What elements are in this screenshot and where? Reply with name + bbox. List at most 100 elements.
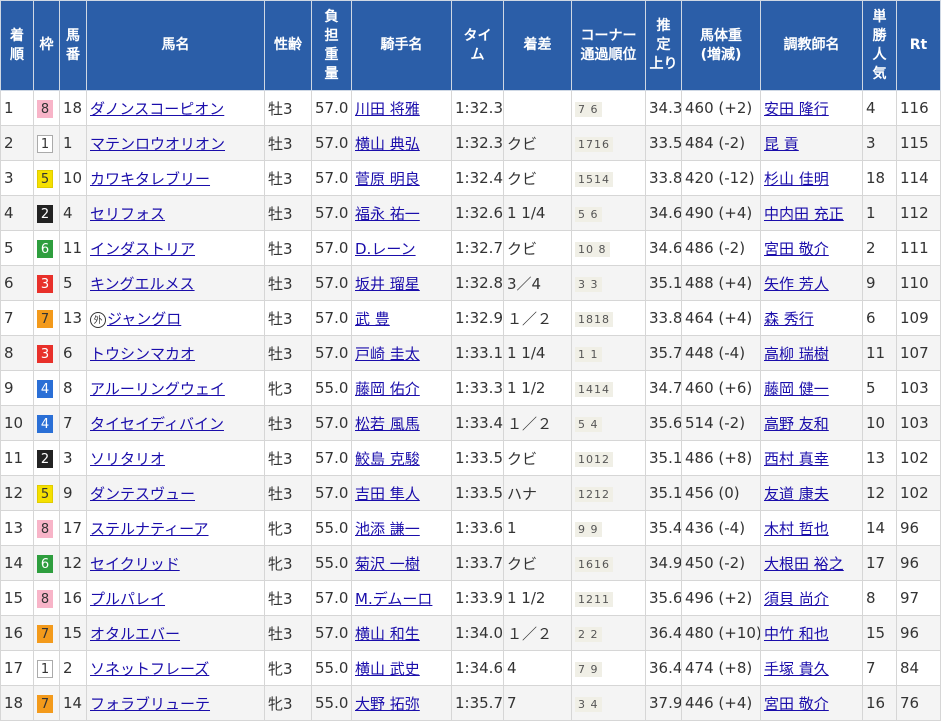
- trainer-cell: 大根田 裕之: [760, 545, 863, 581]
- margin: 4: [503, 650, 572, 686]
- horse-number: 16: [59, 580, 87, 616]
- horse-name-link[interactable]: ダノンスコーピオン: [90, 100, 224, 118]
- popularity: 11: [862, 335, 897, 371]
- rating: 96: [896, 545, 941, 581]
- trainer-link[interactable]: 安田 隆行: [764, 100, 829, 118]
- jockey-link[interactable]: 藤岡 佑介: [355, 380, 420, 398]
- trainer-link[interactable]: 宮田 敬介: [764, 240, 829, 258]
- horse-name-link[interactable]: アルーリングウェイ: [90, 380, 225, 398]
- popularity: 1: [862, 195, 897, 231]
- sex-age: 牡3: [264, 195, 312, 231]
- horse-name-link[interactable]: カワキタレブリー: [90, 170, 210, 188]
- horse-name-link[interactable]: トウシンマカオ: [90, 345, 195, 363]
- jockey-link[interactable]: 池添 謙一: [355, 520, 420, 538]
- sex-age: 牡3: [264, 265, 312, 301]
- jockey-link[interactable]: 菊沢 一樹: [355, 555, 420, 573]
- trainer-link[interactable]: 昆 貢: [764, 135, 799, 153]
- jockey-link[interactable]: 戸崎 圭太: [355, 345, 420, 363]
- horse-name-link[interactable]: フォラブリューテ: [90, 695, 210, 713]
- finish-rank: 15: [0, 580, 34, 616]
- jockey-link[interactable]: D.レーン: [355, 240, 416, 258]
- waku-cell: 3: [33, 335, 60, 371]
- horse-name-link[interactable]: ソリタリオ: [90, 450, 165, 468]
- jockey-link[interactable]: 武 豊: [355, 310, 390, 328]
- trainer-link[interactable]: 藤岡 健一: [764, 380, 829, 398]
- horse-name-link[interactable]: キングエルメス: [90, 275, 195, 293]
- jockey-link[interactable]: 松若 風馬: [355, 415, 420, 433]
- horse-name-link[interactable]: インダストリア: [90, 240, 195, 258]
- finish-time: 1:33.9: [451, 580, 504, 616]
- trainer-link[interactable]: 杉山 佳明: [764, 170, 829, 188]
- jockey-link[interactable]: 横山 和生: [355, 625, 420, 643]
- table-row: 18 7 14 フォラブリューテ 牝3 55.0 大野 拓弥 1:35.7 7 …: [0, 685, 941, 721]
- horse-name-link[interactable]: プルパレイ: [90, 590, 165, 608]
- rating: 111: [896, 230, 941, 266]
- body-weight: 496 (+2): [681, 580, 761, 616]
- finish-rank: 9: [0, 370, 34, 406]
- jockey-link[interactable]: 鮫島 克駿: [355, 450, 420, 468]
- trainer-link[interactable]: 森 秀行: [764, 310, 814, 328]
- jockey-link[interactable]: 吉田 隼人: [355, 485, 420, 503]
- header-rank: 着順: [0, 0, 34, 91]
- finish-time: 1:32.3: [451, 125, 504, 161]
- horse-number: 18: [59, 90, 87, 126]
- trainer-link[interactable]: 木村 哲也: [764, 520, 829, 538]
- jockey-link[interactable]: 菅原 明良: [355, 170, 420, 188]
- horse-name-link[interactable]: ステルナティーア: [90, 520, 209, 538]
- last-3f: 34.6: [645, 230, 682, 266]
- trainer-link[interactable]: 矢作 芳人: [764, 275, 829, 293]
- horse-name-link[interactable]: ダンテスヴュー: [90, 485, 195, 503]
- jockey-link[interactable]: 坂井 瑠星: [355, 275, 420, 293]
- trainer-link[interactable]: 手塚 貴久: [764, 660, 829, 678]
- horse-name-cell: プルパレイ: [86, 580, 265, 616]
- horse-name-link[interactable]: セイクリッド: [90, 555, 180, 573]
- horse-name-link[interactable]: ソネットフレーズ: [90, 660, 209, 678]
- finish-time: 1:33.3: [451, 370, 504, 406]
- horse-number: 10: [59, 160, 87, 196]
- waku-cell: 7: [33, 685, 60, 721]
- carried-weight: 55.0: [311, 510, 352, 546]
- corner-cell: 1818: [571, 300, 646, 336]
- horse-name-cell: インダストリア: [86, 230, 265, 266]
- jockey-link[interactable]: M.デムーロ: [355, 590, 432, 608]
- waku-box: 2: [37, 204, 53, 223]
- table-row: 8 3 6 トウシンマカオ 牡3 57.0 戸崎 圭太 1:33.1 1 1/4…: [0, 335, 941, 371]
- horse-name-cell: アルーリングウェイ: [86, 370, 265, 406]
- horse-number: 5: [59, 265, 87, 301]
- trainer-link[interactable]: 須貝 尚介: [764, 590, 829, 608]
- finish-rank: 10: [0, 405, 34, 441]
- horse-name-link[interactable]: オタルエバー: [90, 625, 180, 643]
- table-row: 1 8 18 ダノンスコーピオン 牡3 57.0 川田 将雅 1:32.3 7 …: [0, 90, 941, 126]
- horse-name-link[interactable]: マテンロウオリオン: [90, 135, 225, 153]
- trainer-link[interactable]: 友道 康夫: [764, 485, 829, 503]
- trainer-link[interactable]: 高柳 瑞樹: [764, 345, 829, 363]
- margin: １／２: [503, 300, 572, 336]
- trainer-link[interactable]: 西村 真幸: [764, 450, 829, 468]
- horse-name-link[interactable]: タイセイディバイン: [90, 415, 224, 433]
- sex-age: 牝3: [264, 510, 312, 546]
- trainer-link[interactable]: 高野 友和: [764, 415, 829, 433]
- finish-rank: 16: [0, 615, 34, 651]
- finish-time: 1:34.6: [451, 650, 504, 686]
- last-3f: 35.1: [645, 475, 682, 511]
- horse-name-link[interactable]: セリフォス: [90, 205, 165, 223]
- jockey-cell: 菅原 明良: [351, 160, 452, 196]
- waku-cell: 5: [33, 475, 60, 511]
- trainer-link[interactable]: 中内田 充正: [764, 205, 844, 223]
- trainer-link[interactable]: 中竹 和也: [764, 625, 829, 643]
- corner-positions: 1211: [575, 592, 613, 607]
- jockey-link[interactable]: 福永 祐一: [355, 205, 420, 223]
- waku-box: 4: [37, 379, 53, 398]
- jockey-link[interactable]: 川田 将雅: [355, 100, 420, 118]
- trainer-link[interactable]: 宮田 敬介: [764, 695, 829, 713]
- jockey-cell: 鮫島 克駿: [351, 440, 452, 476]
- corner-cell: 1514: [571, 160, 646, 196]
- margin: ハナ: [503, 475, 572, 511]
- jockey-link[interactable]: 横山 典弘: [355, 135, 420, 153]
- header-horse: 馬名: [86, 0, 265, 91]
- trainer-link[interactable]: 大根田 裕之: [764, 555, 844, 573]
- jockey-link[interactable]: 横山 武史: [355, 660, 420, 678]
- horse-name-link[interactable]: ジャングロ: [107, 310, 181, 328]
- jockey-link[interactable]: 大野 拓弥: [355, 695, 420, 713]
- table-row: 6 3 5 キングエルメス 牡3 57.0 坂井 瑠星 1:32.8 3／4 3…: [0, 265, 941, 301]
